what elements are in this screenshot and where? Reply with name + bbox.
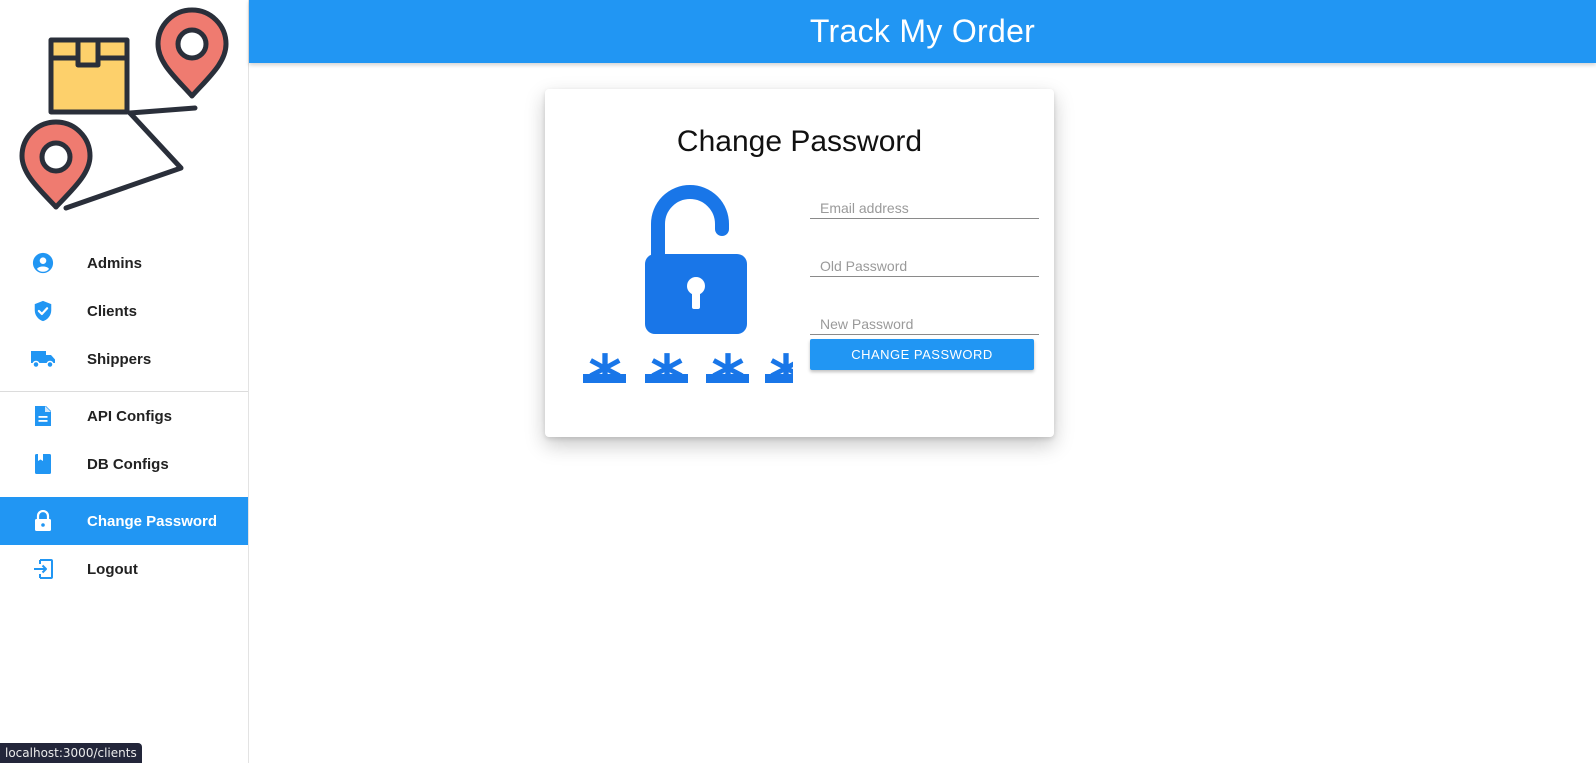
new-password-input[interactable] (810, 305, 1039, 334)
sidebar-item-clients[interactable]: Clients (0, 287, 248, 335)
package-box-icon (48, 37, 130, 115)
sidebar-item-label: Logout (87, 560, 138, 578)
change-password-card: Change Password * * * * (545, 89, 1054, 437)
sidebar-item-admins[interactable]: Admins (0, 239, 248, 287)
sidebar-item-label: Change Password (87, 512, 218, 530)
location-pin-icon (155, 7, 229, 99)
sidebar-item-change-password[interactable]: Change Password (0, 497, 248, 545)
new-password-field (810, 305, 1039, 335)
lock-icon (31, 509, 55, 533)
book-icon (31, 452, 55, 476)
sidebar-item-shippers[interactable]: Shippers (0, 335, 248, 383)
old-password-input[interactable] (810, 247, 1039, 276)
unlocked-padlock-password-icon: * * * * (563, 169, 808, 417)
sidebar-item-label: DB Configs (87, 455, 169, 473)
delivery-route-logo-icon (19, 7, 229, 211)
status-bar-url: localhost:3000/clients (0, 743, 142, 763)
sidebar-item-api-configs[interactable]: API Configs (0, 392, 248, 440)
app-header: Track My Order (249, 0, 1596, 63)
sidebar-item-label: Clients (87, 302, 138, 320)
sidebar-item-logout[interactable]: Logout (0, 545, 248, 593)
location-pin-icon (19, 119, 93, 210)
old-password-field (810, 247, 1039, 277)
change-password-button[interactable]: Change Password (810, 339, 1034, 370)
sidebar-item-label: API Configs (87, 407, 172, 425)
account-circle-icon (31, 251, 55, 275)
verified-shield-icon (31, 299, 55, 323)
sidebar-item-label: Admins (87, 254, 143, 272)
app-logo (0, 0, 249, 225)
email-field (810, 189, 1039, 219)
email-input[interactable] (810, 189, 1039, 218)
sidebar-item-label: Shippers (87, 350, 152, 368)
sidebar-item-db-configs[interactable]: DB Configs (0, 440, 248, 488)
document-icon (31, 404, 55, 428)
truck-icon (31, 347, 55, 371)
logout-icon (31, 557, 55, 581)
card-title: Change Password (676, 125, 923, 158)
sidebar: Admins Clients Shippers API Configs DB C… (0, 0, 249, 763)
app-root: Admins Clients Shippers API Configs DB C… (0, 0, 1596, 763)
app-title: Track My Order (809, 13, 1036, 49)
